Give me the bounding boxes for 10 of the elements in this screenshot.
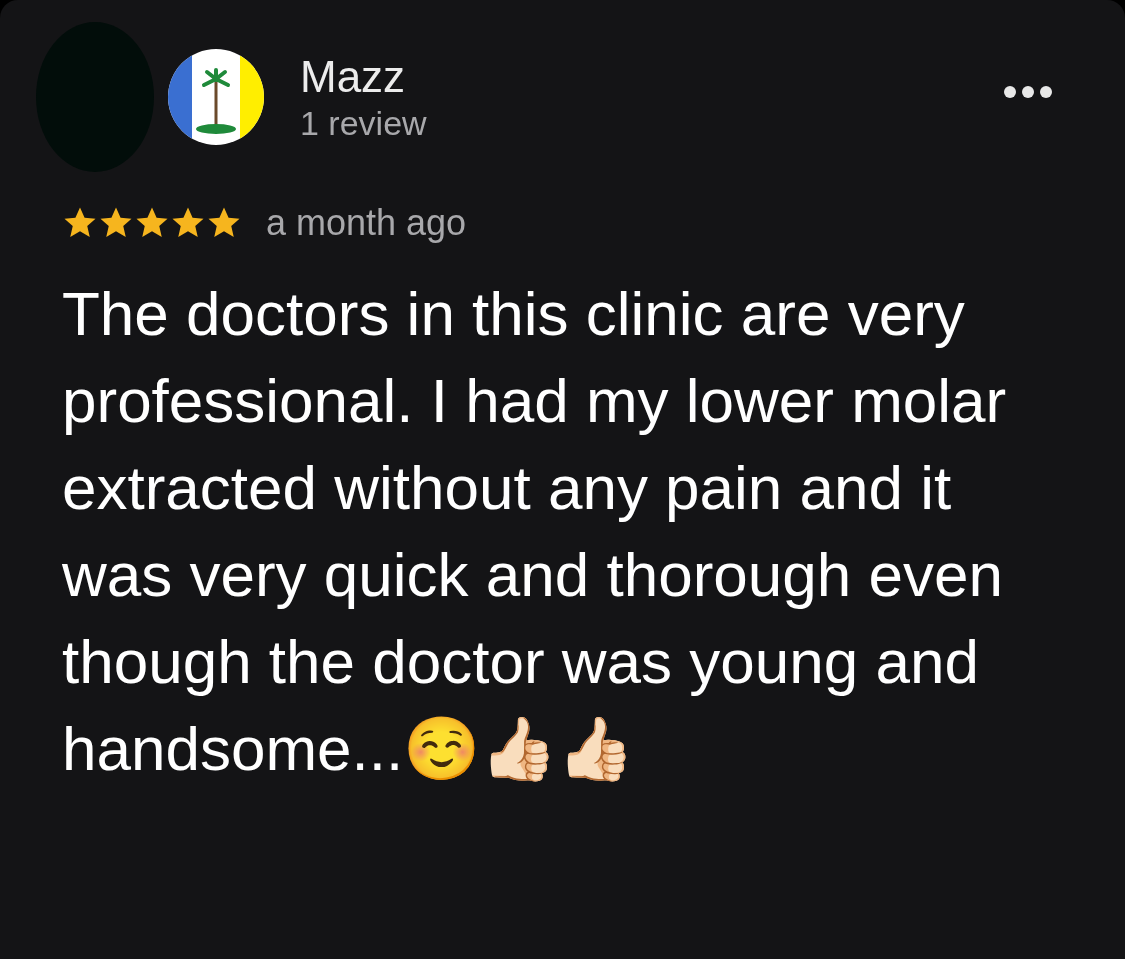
star-icon	[98, 206, 134, 240]
review-count: 1 review	[300, 103, 427, 143]
star-icon	[62, 206, 98, 240]
star-icon	[170, 206, 206, 240]
star-icon	[206, 206, 242, 240]
review-time: a month ago	[266, 201, 467, 245]
more-options-icon[interactable]	[1003, 85, 1053, 99]
star-icon	[134, 206, 170, 240]
review-text: The doctors in this clinic are very professional. I had my lower molar extracted without any pain and it was very quick and thorough even though the doctor was young and handsome...☺👍🏻👍🏻	[62, 278, 1008, 785]
reviewer-name[interactable]: Mazz	[300, 51, 427, 103]
